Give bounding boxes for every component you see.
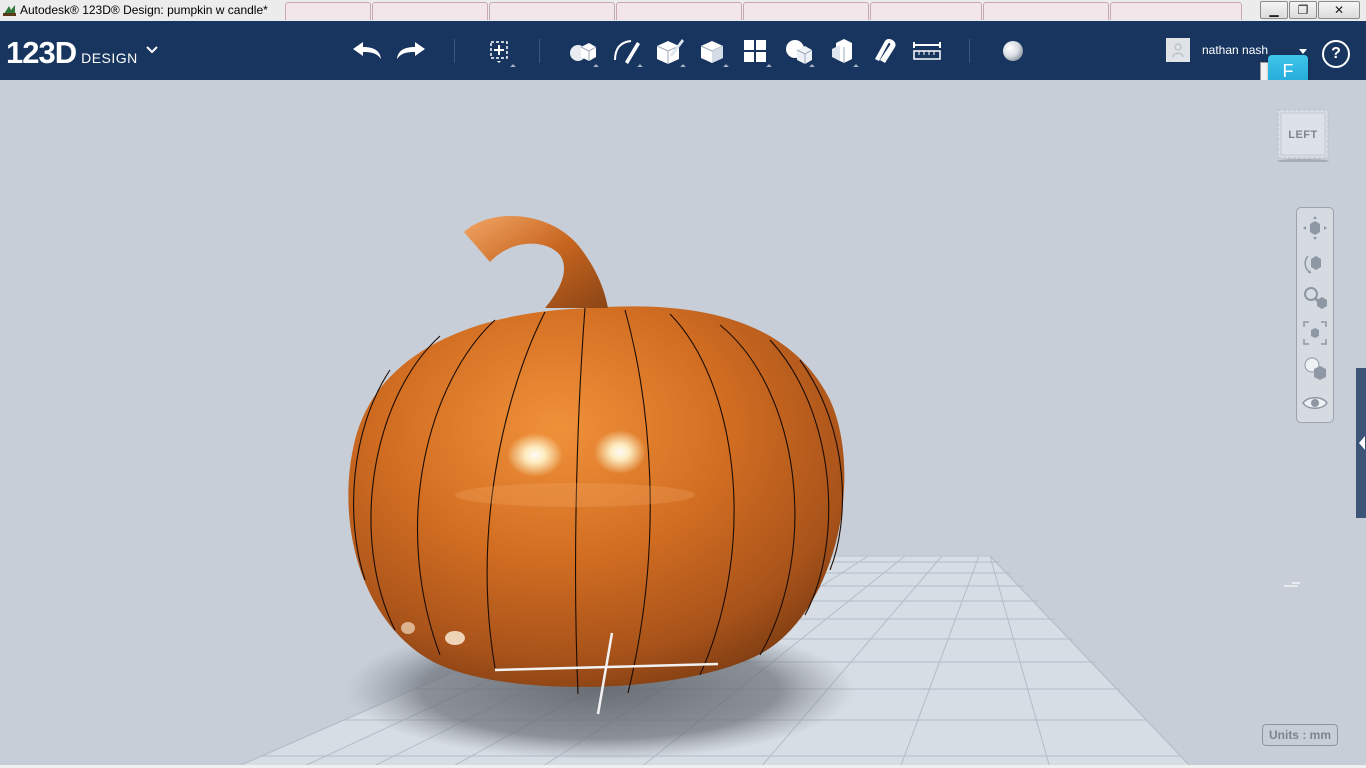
navigation-bar xyxy=(1296,207,1334,423)
user-menu[interactable]: nathan nash xyxy=(1166,38,1268,62)
pumpkin-model[interactable] xyxy=(348,306,845,695)
background-tab[interactable] xyxy=(743,2,869,20)
user-icon xyxy=(1172,43,1184,58)
logo-number: 123D xyxy=(6,35,77,70)
orbit-icon xyxy=(1304,255,1321,274)
grouping-icon xyxy=(786,40,813,64)
pattern-button[interactable] xyxy=(738,35,772,70)
minimize-button[interactable]: ▁ xyxy=(1260,1,1288,19)
zoom-button[interactable] xyxy=(1301,284,1329,312)
construct-button[interactable] xyxy=(652,35,686,70)
visual-style-icon xyxy=(1304,357,1326,380)
view-cube-label: LEFT xyxy=(1288,129,1318,141)
fit-icon xyxy=(1303,321,1327,345)
background-tab[interactable] xyxy=(285,2,371,20)
undo-icon xyxy=(353,42,381,59)
pan-icon xyxy=(1303,216,1327,240)
toolbar-separator xyxy=(969,39,970,63)
window-title-bar: Autodesk® 123D® Design: pumpkin w candle… xyxy=(0,0,1366,22)
user-name: nathan nash xyxy=(1202,43,1269,57)
background-tab[interactable] xyxy=(489,2,615,20)
primitives-button[interactable] xyxy=(565,35,599,70)
measure-icon xyxy=(913,42,941,60)
window-title: Autodesk® 123D® Design: pumpkin w candle… xyxy=(20,3,274,17)
undo-button[interactable] xyxy=(350,35,384,67)
combine-button[interactable] xyxy=(825,35,859,70)
orbit-button[interactable] xyxy=(1301,249,1329,277)
visual-style-button[interactable] xyxy=(1301,354,1329,382)
toolbar-separator xyxy=(454,39,455,63)
background-tab[interactable] xyxy=(1110,2,1242,20)
sketch-button[interactable] xyxy=(609,35,643,70)
side-panel-handle[interactable] xyxy=(1356,368,1366,518)
cursor-mark xyxy=(1284,582,1300,587)
window-controls: ▁ ❐ ✕ xyxy=(1259,1,1360,19)
modify-icon xyxy=(700,41,724,63)
chevron-down-icon[interactable] xyxy=(146,46,158,54)
chevron-left-icon xyxy=(1359,436,1365,450)
snap-icon xyxy=(875,38,896,63)
maximize-button[interactable]: ❐ xyxy=(1289,1,1317,19)
units-button[interactable]: Units : mm xyxy=(1262,724,1338,746)
transform-icon xyxy=(490,41,508,63)
main-toolbar: 123D DESIGN nathan nash ? xyxy=(0,21,1366,80)
construct-icon xyxy=(656,39,684,64)
app-menu-logo[interactable]: 123D DESIGN xyxy=(6,35,138,71)
redo-button[interactable] xyxy=(394,35,428,67)
close-button[interactable]: ✕ xyxy=(1318,1,1360,19)
pattern-icon xyxy=(744,40,766,62)
grouping-button[interactable] xyxy=(781,35,815,70)
background-tab[interactable] xyxy=(616,2,742,20)
help-button[interactable]: ? xyxy=(1322,40,1350,68)
zoom-icon xyxy=(1304,287,1327,309)
app-icon xyxy=(3,5,16,16)
combine-icon xyxy=(832,39,852,63)
background-tab[interactable] xyxy=(372,2,488,20)
toolbar-separator xyxy=(539,39,540,63)
background-tab[interactable] xyxy=(870,2,982,20)
pumpkin-stem[interactable] xyxy=(464,216,608,308)
avatar xyxy=(1166,38,1190,62)
background-tab[interactable] xyxy=(983,2,1109,20)
material-button[interactable] xyxy=(996,35,1030,67)
redo-icon xyxy=(397,42,425,59)
material-icon xyxy=(1003,41,1023,61)
primitives-icon xyxy=(570,43,597,61)
snap-button[interactable] xyxy=(868,35,902,67)
fit-button[interactable] xyxy=(1301,319,1329,347)
logo-word: DESIGN xyxy=(81,50,138,66)
eye-icon xyxy=(1302,397,1328,409)
pan-button[interactable] xyxy=(1301,214,1329,242)
visibility-button[interactable] xyxy=(1301,389,1329,417)
scene-canvas[interactable] xyxy=(0,80,1366,768)
modify-button[interactable] xyxy=(695,35,729,70)
measure-button[interactable] xyxy=(910,35,944,67)
caret-down-icon[interactable] xyxy=(1299,49,1307,54)
transform-button[interactable] xyxy=(482,35,516,70)
sketch-icon xyxy=(614,40,640,64)
